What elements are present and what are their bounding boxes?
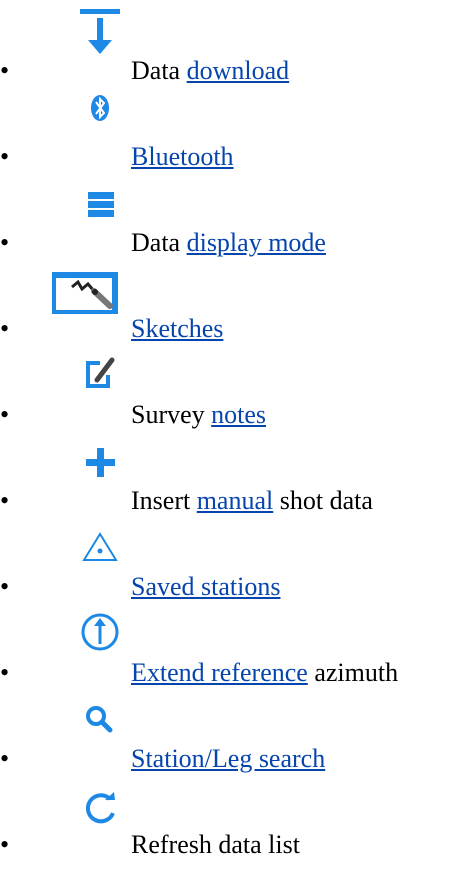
bullet: • [0,744,10,773]
bullet: • [0,830,10,859]
bluetooth-link[interactable]: Bluetooth [131,142,234,171]
bullet: • [0,314,10,343]
item-text-pre: Survey [131,400,212,429]
sketches-link[interactable]: Sketches [131,314,223,343]
station-leg-search-link[interactable]: Station/Leg search [131,744,325,773]
download-icon [52,0,124,56]
list-item: • Bluetooth [0,86,462,172]
item-text: Insert manual shot data [131,486,373,516]
search-icon [52,688,124,744]
list-display-icon [52,172,124,228]
bullet: • [0,658,10,687]
item-text: Data display mode [131,228,326,258]
bullet: • [0,228,10,257]
list-item: • Sketches [0,258,462,344]
sketch-icon [52,258,124,314]
refresh-icon [52,774,124,830]
item-text: Saved stations [131,572,281,602]
item-text-post: azimuth [307,658,399,687]
item-text-pre: Insert [131,486,197,515]
list-item: • Station/Leg search [0,688,462,774]
list-item: • Saved stations [0,516,462,602]
azimuth-icon [52,602,124,658]
list-item: • Data download [0,0,462,86]
bullet: • [0,572,10,601]
saved-stations-link[interactable]: Saved stations [131,572,281,601]
item-text-pre: Refresh data list [131,830,300,859]
manual-link[interactable]: manual [197,486,274,515]
bullet: • [0,400,10,429]
list-item: • Extend reference azimuth [0,602,462,688]
station-icon [52,516,124,572]
item-text: Sketches [131,314,223,344]
bullet: • [0,486,10,515]
list-item: • Data display mode [0,172,462,258]
bluetooth-icon [52,86,124,142]
notes-icon [52,344,124,400]
item-text: Extend reference azimuth [131,658,398,688]
notes-link[interactable]: notes [211,400,266,429]
bullet: • [0,56,10,85]
extend-reference-link[interactable]: Extend reference [131,658,308,687]
item-text: Survey notes [131,400,266,430]
item-text: Data download [131,56,289,86]
item-text-pre: Data [131,228,187,257]
list-item: • Refresh data list [0,774,462,860]
download-link[interactable]: download [187,56,290,85]
item-text: Station/Leg search [131,744,325,774]
icon-legend-list: • Data download • Bluetooth • Data displ… [0,0,462,876]
plus-icon [52,430,124,486]
item-text-pre: Data [131,56,187,85]
item-text: Refresh data list [131,830,300,860]
bullet: • [0,142,10,171]
list-item: • Insert manual shot data [0,430,462,516]
item-text-post: shot data [273,486,373,515]
item-text: Bluetooth [131,142,234,172]
display-mode-link[interactable]: display mode [187,228,326,257]
list-item: • Survey notes [0,344,462,430]
